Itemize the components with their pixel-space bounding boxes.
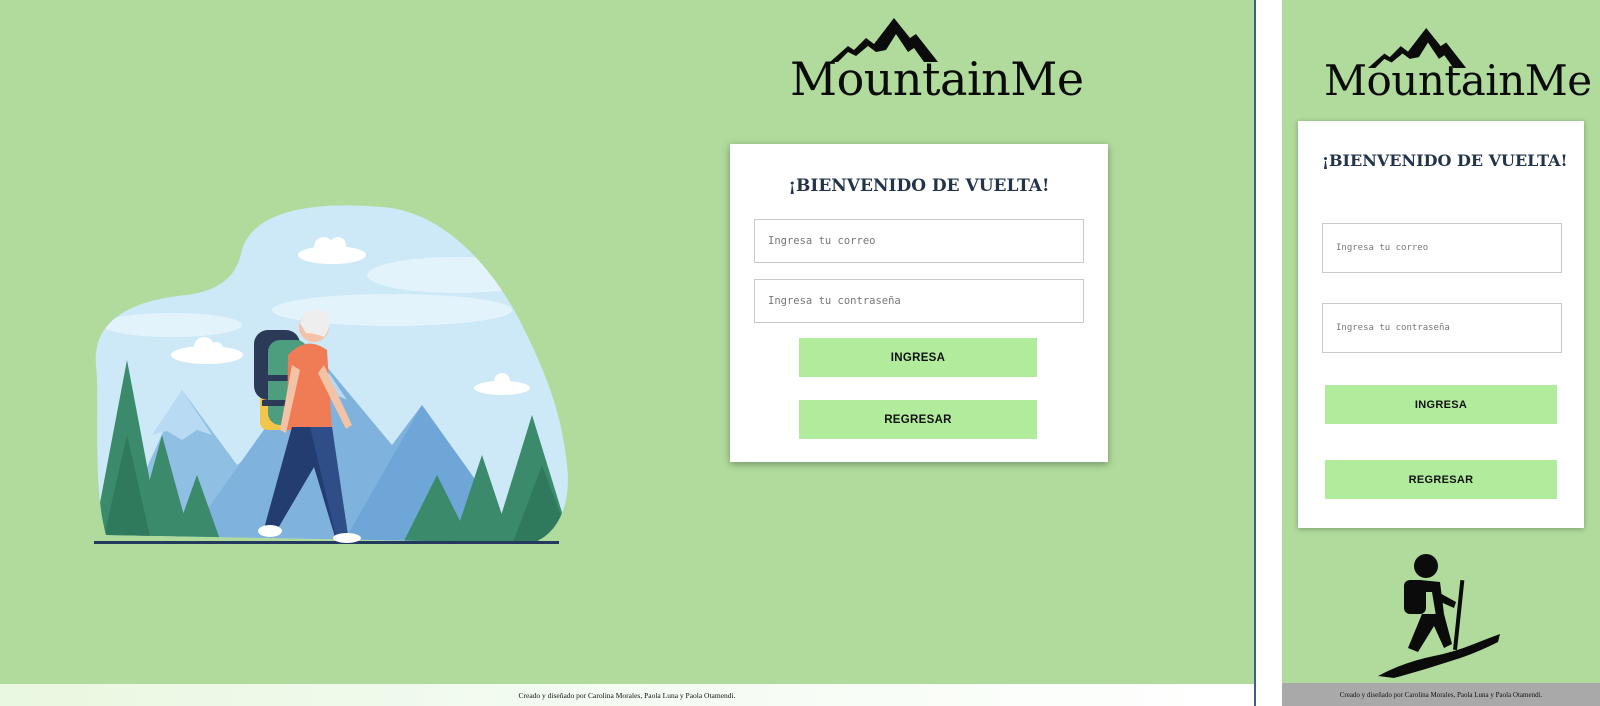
footer-credits-mobile: Creado y diseñado por Carolina Morales, … xyxy=(1282,683,1600,706)
password-placeholder-mobile: Ingresa tu contraseña xyxy=(1336,323,1450,333)
footer-credits: Creado y diseñado por Carolina Morales, … xyxy=(0,684,1254,706)
password-placeholder: Ingresa tu contraseña xyxy=(768,295,901,307)
welcome-title: ¡BIENVENIDO DE VUELTA! xyxy=(788,176,1050,196)
welcome-title-mobile: ¡BIENVENIDO DE VUELTA! xyxy=(1322,151,1568,170)
desktop-view: MountainMe ¡BIENVENIDO DE VUELTA! Ingres… xyxy=(0,0,1256,706)
hiker-illustration xyxy=(92,205,582,560)
password-input-mobile[interactable]: Ingresa tu contraseña xyxy=(1322,303,1562,353)
login-card-mobile: ¡BIENVENIDO DE VUELTA! Ingresa tu correo… xyxy=(1298,121,1584,528)
email-placeholder: Ingresa tu correo xyxy=(768,235,876,247)
email-input-mobile[interactable]: Ingresa tu correo xyxy=(1322,223,1562,273)
email-placeholder-mobile: Ingresa tu correo xyxy=(1336,243,1429,253)
brand-name-mobile: MountainMe xyxy=(1324,56,1592,105)
brand-name: MountainMe xyxy=(790,52,1084,106)
brand-logo[interactable]: MountainMe xyxy=(790,14,1084,106)
login-card: ¡BIENVENIDO DE VUELTA! Ingresa tu correo… xyxy=(730,144,1108,462)
login-button-mobile[interactable]: INGRESA xyxy=(1325,385,1557,424)
brand-logo-mobile[interactable]: MountainMe xyxy=(1324,26,1592,105)
back-button[interactable]: REGRESAR xyxy=(799,400,1037,439)
login-button[interactable]: INGRESA xyxy=(799,338,1037,377)
hiker-silhouette-icon xyxy=(1378,554,1500,678)
password-input[interactable]: Ingresa tu contraseña xyxy=(754,279,1084,323)
mobile-view: MountainMe ¡BIENVENIDO DE VUELTA! Ingres… xyxy=(1282,0,1600,706)
email-input[interactable]: Ingresa tu correo xyxy=(754,219,1084,263)
back-button-mobile[interactable]: REGRESAR xyxy=(1325,460,1557,499)
